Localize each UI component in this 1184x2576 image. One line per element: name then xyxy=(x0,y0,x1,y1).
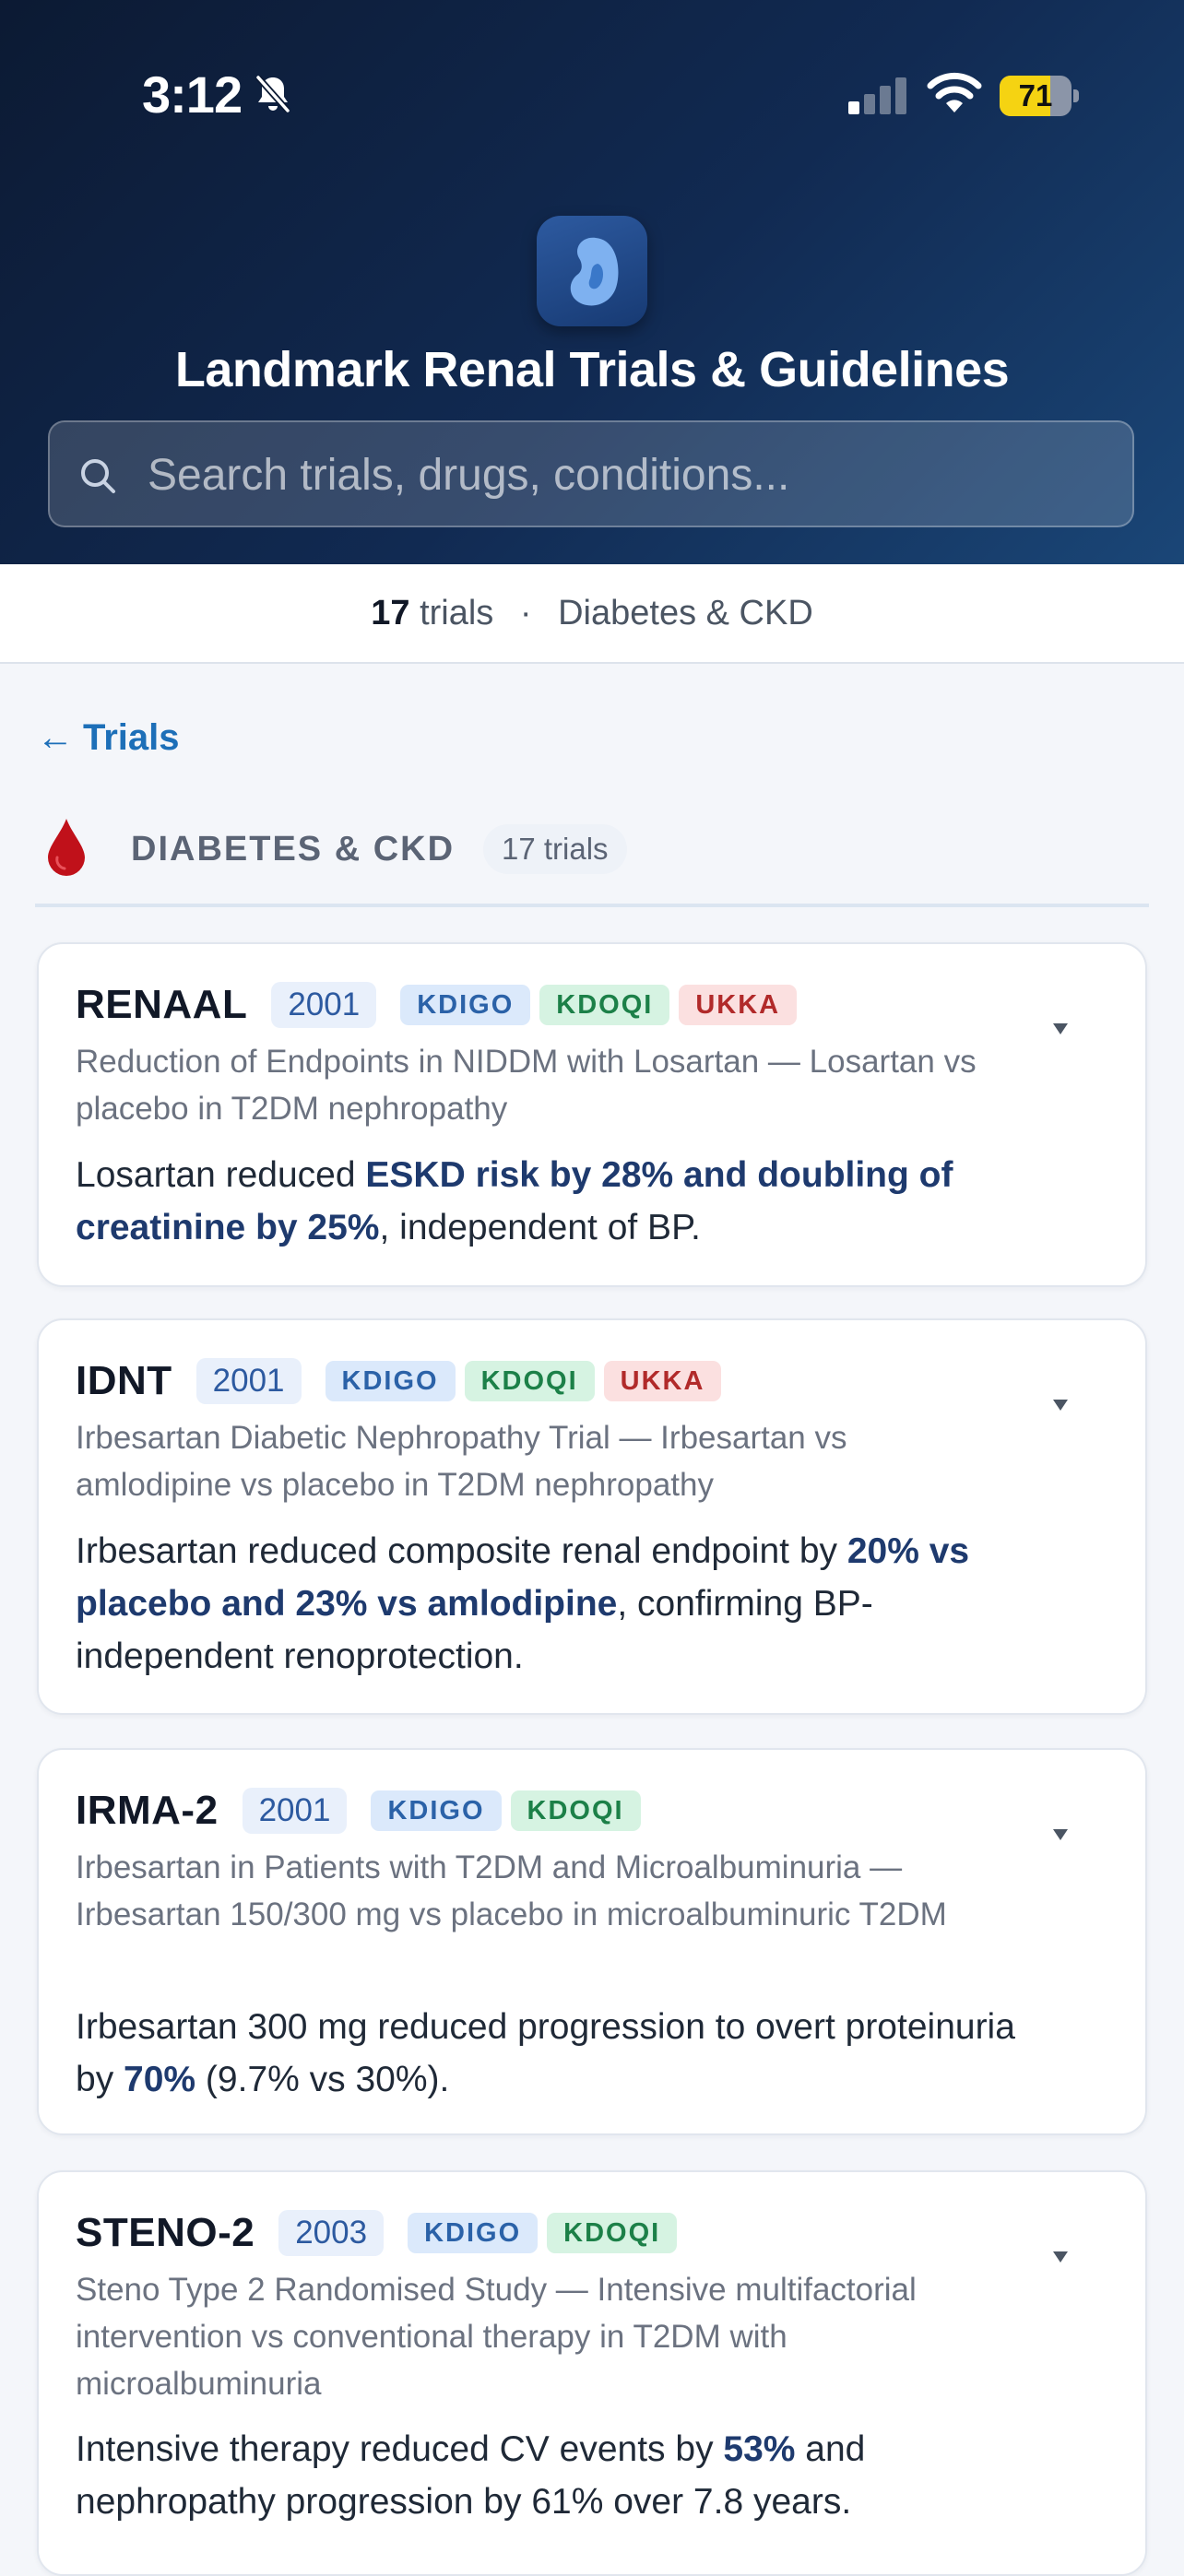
trial-count: 17 xyxy=(371,594,410,632)
summary-highlight: 70% xyxy=(124,2060,196,2099)
trial-card-header: IDNT 2001 KDIGO KDOQI UKKA xyxy=(76,1357,730,1405)
trial-summary: Irbesartan 300 mg reduced progression to… xyxy=(76,2001,1035,2106)
search-icon xyxy=(81,459,115,493)
trial-subtitle: Steno Type 2 Randomised Study — Intensiv… xyxy=(76,2272,917,2402)
battery-indicator: 71 xyxy=(1000,76,1079,116)
trial-year-badge: 2003 xyxy=(278,2210,385,2256)
trial-name: IRMA-2 xyxy=(76,1788,219,1833)
trial-card[interactable]: IDNT 2001 KDIGO KDOQI UKKA Irbesartan Diabeti… xyxy=(37,1318,1147,1715)
trial-card[interactable]: STENO-2 2003 KDIGO KDOQI Steno Type 2 Random… xyxy=(37,2170,1147,2576)
trial-year-badge: 2001 xyxy=(242,1788,348,1834)
category-label: Diabetes & CKD xyxy=(558,594,813,632)
summary-text: Irbesartan reduced composite renal endpo… xyxy=(76,1531,847,1571)
trial-card[interactable]: IRMA-2 2001 KDIGO KDOQI Irbesartan in Patien… xyxy=(37,1748,1147,2135)
section-title: DIABETES & CKD xyxy=(131,830,456,869)
chevron-down-icon[interactable] xyxy=(1053,1829,1068,1840)
trial-year-badge: 2001 xyxy=(271,982,377,1028)
blood-drop-icon xyxy=(48,819,85,876)
app-logo xyxy=(537,216,647,326)
trial-subtitle: Reduction of Endpoints in NIDDM with Los… xyxy=(76,1044,977,1127)
app-header: 3:12 71 Landmark Renal Trials & Guidelin… xyxy=(0,0,1184,564)
summary-text: Losartan reduced xyxy=(76,1155,366,1195)
battery-percentage: 71 xyxy=(1018,78,1053,112)
trial-name: IDNT xyxy=(76,1358,172,1403)
back-arrow-icon: ← xyxy=(37,717,74,758)
trial-summary: Irbesartan reduced composite renal endpo… xyxy=(76,1525,1035,1683)
guideline-tag-kdoqi: KDOQI xyxy=(539,985,670,1025)
back-link-label: Trials xyxy=(83,717,180,758)
summary-text: , independent of BP. xyxy=(379,1208,701,1247)
separator: · xyxy=(519,594,532,632)
trial-year-badge: 2001 xyxy=(195,1358,302,1404)
guideline-tag-kdigo: KDIGO xyxy=(371,1790,502,1831)
trial-card-header: STENO-2 2003 KDIGO KDOQI xyxy=(76,2209,686,2257)
section-header: DIABETES & CKD 17 trials xyxy=(35,811,1149,907)
back-to-trials-link[interactable]: ← Trials xyxy=(37,717,189,759)
results-summary: 17 trials · Diabetes & CKD xyxy=(0,564,1184,664)
chevron-down-icon[interactable] xyxy=(1053,1400,1068,1411)
trial-name: STENO-2 xyxy=(76,2210,255,2255)
status-bar: 3:12 71 xyxy=(0,0,1184,194)
wifi-icon xyxy=(927,72,982,112)
trial-card-header: IRMA-2 2001 KDIGO KDOQI xyxy=(76,1787,650,1835)
trial-name: RENAAL xyxy=(76,982,248,1027)
trial-subtitle: Irbesartan in Patients with T2DM and Mic… xyxy=(76,1849,947,1932)
trial-subtitle: Irbesartan Diabetic Nephropathy Trial — … xyxy=(76,1420,847,1503)
guideline-tag-kdigo: KDIGO xyxy=(400,985,531,1025)
guideline-tag-ukka: UKKA xyxy=(603,1361,722,1401)
page-title: Landmark Renal Trials & Guidelines xyxy=(174,342,1010,397)
trial-summary: Intensive therapy reduced CV events by 5… xyxy=(76,2423,1035,2528)
status-time: 3:12 xyxy=(142,65,243,124)
bell-slash-icon xyxy=(255,75,290,113)
search-bar[interactable] xyxy=(48,420,1134,527)
guideline-tag-kdigo: KDIGO xyxy=(408,2213,539,2253)
trial-card[interactable]: RENAAL 2001 KDIGO KDOQI UKKA Reduction of End… xyxy=(37,942,1147,1287)
summary-text: (9.7% vs 30%). xyxy=(195,2060,450,2099)
section-count-badge: 17 trials xyxy=(483,824,627,874)
kidney-icon xyxy=(570,237,619,306)
trial-card-header: RENAAL 2001 KDIGO KDOQI UKKA xyxy=(76,981,806,1029)
chevron-down-icon[interactable] xyxy=(1053,1023,1068,1034)
guideline-tag-kdoqi: KDOQI xyxy=(464,1361,595,1401)
summary-text: Intensive therapy reduced CV events by xyxy=(76,2429,724,2469)
trial-summary: Losartan reduced ESKD risk by 28% and do… xyxy=(76,1149,1035,1254)
summary-highlight: 53% xyxy=(723,2429,796,2469)
search-input[interactable] xyxy=(146,422,1108,527)
guideline-tag-kdoqi: KDOQI xyxy=(510,1790,641,1831)
guideline-tag-kdigo: KDIGO xyxy=(325,1361,456,1401)
trial-count-label: trials xyxy=(420,594,494,632)
guideline-tag-ukka: UKKA xyxy=(679,985,798,1025)
cellular-signal-icon xyxy=(848,77,906,114)
guideline-tag-kdoqi: KDOQI xyxy=(547,2213,678,2253)
chevron-down-icon[interactable] xyxy=(1053,2251,1068,2263)
